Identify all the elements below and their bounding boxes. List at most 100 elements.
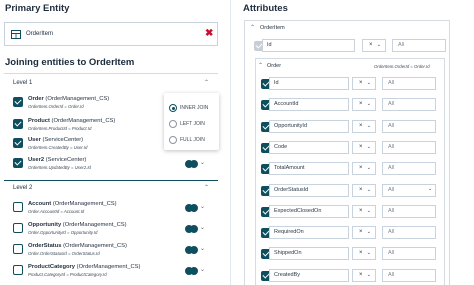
left-join-label: LEFT JOIN (180, 121, 205, 127)
attribute-row: TotalAmount × ⌄ All (258, 162, 444, 176)
level-2-header[interactable]: Level 2 ⌃ (4, 182, 218, 196)
field-name: Id (262, 39, 355, 52)
entity-row: ProductCategory (OrderManagement_CS) Pro… (4, 264, 218, 285)
entity-name: User (ServiceCenter) (28, 137, 84, 143)
inner-join-label: INNER JOIN (180, 105, 209, 111)
value-field[interactable]: All (382, 77, 436, 90)
attribute-row: Id × ⌄ All (258, 77, 444, 91)
attributes-title: Attributes (243, 3, 288, 14)
join-type-icon[interactable] (185, 246, 198, 254)
attribute-row: RequiredOn × ⌄ All (258, 226, 444, 240)
orderitem-group-label: OrderItem (260, 25, 285, 31)
attribute-row: ExpectedClosedOn × ⌄ All (258, 204, 444, 219)
joining-divider (4, 73, 218, 74)
chevron-down-icon: ⌄ (366, 165, 371, 172)
chevron-down-icon[interactable]: ⌄ (428, 186, 432, 192)
value-field[interactable]: All (382, 119, 436, 133)
remove-primary-entity-icon[interactable]: ✖ (205, 28, 213, 39)
join-type-icon[interactable] (185, 204, 198, 212)
operator-select[interactable]: × ⌄ (352, 268, 376, 282)
value-field[interactable]: All (382, 98, 436, 112)
value-field[interactable]: All (382, 162, 436, 176)
value-field[interactable]: All (392, 39, 446, 52)
operator-select[interactable]: × ⌄ (352, 226, 376, 240)
value-field[interactable]: All (382, 204, 436, 218)
primary-entity-title: Primary Entity (5, 3, 70, 14)
operator-select[interactable]: × ⌄ (362, 39, 386, 52)
entity-checkbox[interactable] (13, 119, 23, 129)
entity-name: ProductCategory (OrderManagement_CS) (28, 264, 141, 270)
entity-name: Order (OrderManagement_CS) (28, 96, 110, 102)
operator-select[interactable]: × ⌄ (352, 183, 376, 197)
chevron-down-icon[interactable]: ⌄ (200, 203, 205, 210)
operator-select[interactable]: × ⌄ (352, 98, 376, 112)
entity-checkbox[interactable] (13, 265, 23, 275)
orderitem-group-header[interactable]: ⌃ OrderItem (250, 23, 446, 35)
chevron-down-icon[interactable]: ⌄ (200, 159, 205, 166)
chevron-down-icon[interactable]: ⌄ (200, 245, 205, 252)
panel-divider (230, 0, 231, 285)
entity-checkbox[interactable] (13, 202, 23, 212)
chevron-up-icon[interactable]: ⌃ (250, 24, 255, 31)
value-field[interactable]: All (382, 226, 436, 240)
field-name: TotalAmount (269, 162, 349, 176)
orderitem-id-row: Id × ⌄ All (250, 39, 446, 53)
join-type-icon[interactable] (185, 267, 198, 275)
entity-name: Product (OrderManagement_CS) (28, 118, 116, 124)
entity-join-condition: OrderItem.UpdatedBy = User2.Id (28, 165, 91, 170)
order-group-label: Order (267, 63, 282, 69)
chevron-down-icon[interactable]: ⌄ (200, 266, 205, 273)
join-type-icon[interactable] (185, 225, 198, 233)
level-label: Level 1 (13, 80, 33, 86)
value-field[interactable]: All (382, 268, 436, 282)
chevron-up-icon[interactable]: ⌃ (204, 184, 209, 191)
left-join-radio[interactable] (169, 120, 177, 128)
chevron-up-icon[interactable]: ⌃ (258, 62, 263, 69)
entity-name: Opportunity (OrderManagement_CS) (28, 222, 127, 228)
field-name: ExpectedClosedOn (269, 204, 349, 218)
entity-join-condition: OrderItem.ProductId = Product.Id (28, 126, 92, 131)
field-name: AccountId (269, 98, 349, 112)
entity-name: OrderStatus (OrderManagement_CS) (28, 243, 127, 249)
level-divider (4, 180, 218, 181)
entity-join-condition: OrderItem.OrderId = Order.Id (28, 104, 84, 109)
field-name: ShippedOn (269, 247, 349, 261)
operator-select[interactable]: × ⌄ (352, 119, 376, 133)
entity-row: OrderStatus (OrderManagement_CS) Order.O… (4, 243, 218, 264)
entity-checkbox[interactable] (13, 158, 23, 168)
chevron-down-icon: ⌄ (366, 101, 371, 108)
chevron-down-icon[interactable]: ⌄ (200, 224, 205, 231)
join-type-icon[interactable] (185, 160, 198, 168)
attribute-row: OpportunityId × ⌄ All (258, 119, 444, 134)
chevron-down-icon: ⌄ (366, 143, 371, 150)
primary-entity-card: OrderItem ✖ (4, 22, 218, 46)
operator-select[interactable]: × ⌄ (352, 247, 376, 261)
full-join-radio[interactable] (169, 136, 177, 144)
entity-checkbox[interactable] (13, 223, 23, 233)
value-field[interactable]: All (382, 140, 436, 154)
value-field[interactable]: All (382, 247, 436, 261)
chevron-up-icon[interactable]: ⌃ (204, 79, 209, 86)
attribute-row: OrderStatusId × ⌄ All ⌄ (258, 183, 444, 198)
chevron-down-icon: ⌄ (366, 250, 371, 257)
attribute-row: Code × ⌄ All (258, 140, 444, 155)
entity-checkbox[interactable] (13, 138, 23, 148)
inner-join-radio[interactable] (169, 104, 177, 112)
operator-select[interactable]: × ⌄ (352, 204, 376, 218)
chevron-down-icon: ⌄ (366, 186, 371, 193)
level-1-header[interactable]: Level 1 ⌃ (4, 76, 218, 90)
entity-join-condition: Product.CategoryId = ProductCategory.Id (28, 272, 107, 277)
field-name: OrderStatusId (269, 183, 349, 197)
chevron-down-icon: ⌄ (366, 122, 371, 129)
operator-select[interactable]: × ⌄ (352, 77, 376, 90)
entity-row: Account (OrderManagement_CS) Order.Accou… (4, 201, 218, 222)
entity-join-condition: Order.AccountId = Account.Id (28, 209, 85, 214)
entity-checkbox[interactable] (13, 244, 23, 254)
operator-select[interactable]: × ⌄ (352, 162, 376, 176)
operator-select[interactable]: × ⌄ (352, 140, 376, 154)
field-name: CreatedBy (269, 268, 349, 282)
order-group-header[interactable]: ⌃ Order OrderItem.OrderId = Order.Id (258, 61, 444, 73)
level-label: Level 2 (13, 185, 33, 191)
chevron-down-icon: ⌄ (366, 229, 371, 236)
entity-checkbox[interactable] (13, 97, 23, 107)
